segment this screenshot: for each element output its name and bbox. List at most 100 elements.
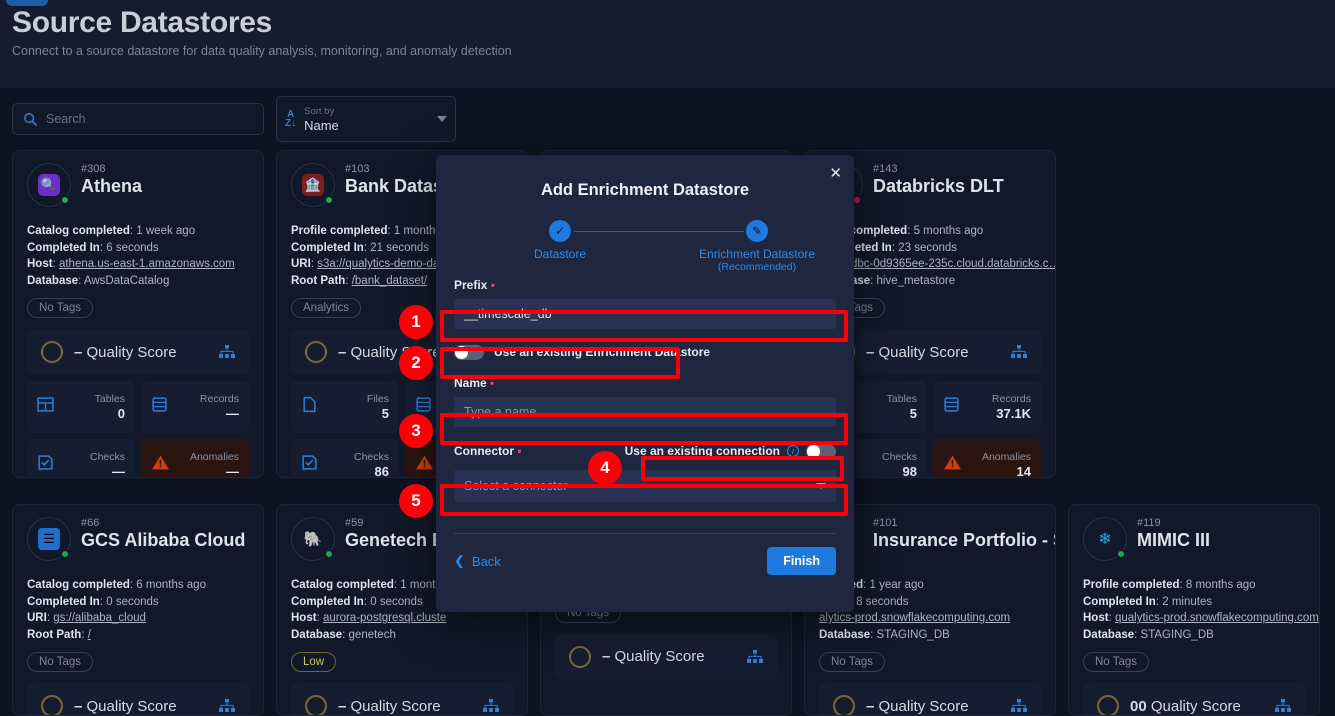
divider bbox=[454, 533, 836, 534]
meta-value: 1 week ago bbox=[136, 225, 196, 237]
card-title: Athena bbox=[81, 176, 143, 196]
status-dot bbox=[324, 549, 334, 559]
stat-value: — bbox=[226, 406, 239, 421]
quality-ring-icon bbox=[305, 695, 327, 715]
annotation-badge-4: 4 bbox=[588, 451, 622, 485]
stat-tile: Files 5 bbox=[291, 381, 399, 433]
stat-caption: Records bbox=[199, 393, 239, 405]
stat-tile: Checks 86 bbox=[291, 439, 399, 477]
postgres-icon: 🐘 bbox=[303, 531, 323, 548]
meta-value: AwsDataCatalog bbox=[83, 274, 170, 287]
lineage-tree-icon[interactable] bbox=[1275, 699, 1291, 713]
prefix-input[interactable]: __timescale_db bbox=[454, 299, 836, 329]
required-marker: ▪ bbox=[490, 278, 495, 292]
sort-dropdown[interactable]: A Z↓ Sort by Name bbox=[276, 96, 456, 142]
tag-badge: Low bbox=[291, 652, 337, 672]
stat-tile: Records 37.1K bbox=[933, 381, 1041, 433]
card-title: Insurance Portfolio - St… bbox=[873, 530, 1055, 550]
finish-button[interactable]: Finish bbox=[767, 547, 836, 575]
card-title: GCS Alibaba Cloud bbox=[81, 530, 246, 550]
meta-link[interactable]: dbc-0d9365ee-235c.cloud.databricks.c… bbox=[851, 258, 1055, 270]
step-label: Enrichment Datastore bbox=[698, 247, 816, 261]
quality-score-label: Quality Score bbox=[1150, 697, 1241, 715]
lineage-tree-icon[interactable] bbox=[483, 699, 499, 713]
meta-link[interactable]: / bbox=[88, 629, 91, 641]
card-id: #308 bbox=[81, 163, 106, 175]
stat-value: 5 bbox=[381, 406, 389, 421]
name-input[interactable]: Type a name bbox=[454, 397, 836, 427]
status-dot bbox=[324, 195, 334, 205]
existing-connection-toggle-label: Use an existing connection bbox=[624, 444, 780, 458]
records-icon bbox=[151, 396, 175, 418]
quality-ring-icon bbox=[1097, 695, 1119, 715]
meta-link[interactable]: gs://alibaba_cloud bbox=[53, 612, 146, 624]
meta-link[interactable]: alytics-prod.snowflakecomputing.com bbox=[819, 612, 1010, 624]
search-input[interactable]: Search bbox=[12, 103, 264, 135]
quality-score-value: – bbox=[602, 648, 611, 665]
lineage-tree-icon[interactable] bbox=[747, 649, 763, 664]
quality-score-label: Quality Score bbox=[878, 343, 969, 361]
step-enrichment-datastore[interactable]: ✎ Enrichment Datastore (Recommended) bbox=[692, 220, 822, 273]
anomalies-icon bbox=[943, 454, 967, 476]
meta-value: 1 year ago bbox=[869, 579, 924, 591]
sort-caption: Sort by bbox=[304, 105, 335, 117]
quality-score-value: – bbox=[338, 697, 347, 715]
meta-value: 5 months ago bbox=[913, 225, 984, 237]
connector-label: Connector ▪ bbox=[454, 444, 522, 458]
quality-score-box: – Quality Score bbox=[819, 683, 1041, 715]
meta-value: 21 seconds bbox=[370, 241, 430, 254]
datastore-card[interactable]: 🔍 #308 Athena Catalog completed: 1 week … bbox=[12, 150, 264, 478]
quality-score-label: Quality Score bbox=[614, 648, 705, 665]
modal-title: Add Enrichment Datastore bbox=[540, 181, 750, 199]
meta-link[interactable]: athena.us-east-1.amazonaws.com bbox=[59, 258, 235, 270]
lineage-tree-icon[interactable] bbox=[1011, 345, 1027, 359]
quality-score-label: Quality Score bbox=[86, 697, 177, 715]
meta-value: 6 months ago bbox=[136, 579, 206, 591]
file-icon bbox=[301, 396, 325, 418]
back-label: Back bbox=[471, 553, 501, 569]
meta-label: Completed In bbox=[27, 595, 100, 608]
lineage-tree-icon[interactable] bbox=[219, 345, 235, 359]
status-dot bbox=[1116, 549, 1126, 559]
quality-score-box: – Quality Score bbox=[27, 329, 249, 375]
quality-score-value: – bbox=[866, 697, 875, 715]
datastore-card[interactable]: ☰ #66 GCS Alibaba Cloud Catalog complete… bbox=[12, 504, 264, 716]
stat-caption: Records bbox=[991, 393, 1031, 405]
card-meta: Catalog completed: 1 week ago Completed … bbox=[27, 225, 235, 287]
back-button[interactable]: ❮ Back bbox=[454, 553, 501, 569]
tag-badge: No Tags bbox=[27, 652, 93, 672]
existing-connection-toggle[interactable] bbox=[806, 443, 836, 459]
existing-enrichment-toggle[interactable] bbox=[454, 344, 484, 360]
meta-value: STAGING_DB bbox=[876, 628, 950, 641]
meta-link[interactable]: s3a://qualytics-demo-data bbox=[317, 258, 449, 270]
meta-link[interactable]: aurora-postgresql.cluste bbox=[323, 612, 446, 624]
chevron-down-icon bbox=[437, 116, 447, 122]
meta-label: Root Path bbox=[291, 274, 346, 287]
meta-label: Completed In bbox=[291, 241, 364, 254]
tag-badge: No Tags bbox=[1083, 652, 1149, 672]
close-icon[interactable]: ✕ bbox=[829, 164, 842, 182]
datastore-card[interactable]: ❄ #119 MIMIC III Profile completed: 8 mo… bbox=[1068, 504, 1320, 716]
meta-label: Profile completed bbox=[291, 225, 388, 237]
avatar: 🔍 bbox=[27, 163, 71, 207]
quality-score-value: – bbox=[74, 697, 83, 715]
lineage-tree-icon[interactable] bbox=[219, 699, 235, 713]
sort-az-icon: A Z↓ bbox=[285, 109, 297, 129]
step-datastore[interactable]: ✓ Datastore bbox=[495, 220, 625, 261]
meta-label: Host bbox=[291, 612, 317, 624]
lineage-tree-icon[interactable] bbox=[1011, 699, 1027, 713]
meta-link[interactable]: /bank_dataset/ bbox=[352, 275, 427, 287]
quality-ring-icon bbox=[41, 341, 63, 363]
quality-score-value: – bbox=[74, 343, 83, 361]
info-icon[interactable]: i bbox=[787, 445, 799, 457]
card-meta: Profile completed: 8 months ago Complete… bbox=[1083, 579, 1319, 641]
quality-ring-icon bbox=[305, 341, 327, 363]
meta-link[interactable]: qualytics-prod.snowflakecomputing.com bbox=[1115, 612, 1319, 624]
quality-score-box: – Quality Score bbox=[291, 683, 513, 715]
checks-icon bbox=[37, 454, 61, 476]
connector-select[interactable]: Select a connector bbox=[454, 470, 836, 502]
stat-value: — bbox=[226, 464, 239, 478]
meta-label: URI bbox=[27, 612, 47, 624]
meta-value: 8 months ago bbox=[1185, 579, 1256, 591]
card-id: #66 bbox=[81, 517, 100, 529]
